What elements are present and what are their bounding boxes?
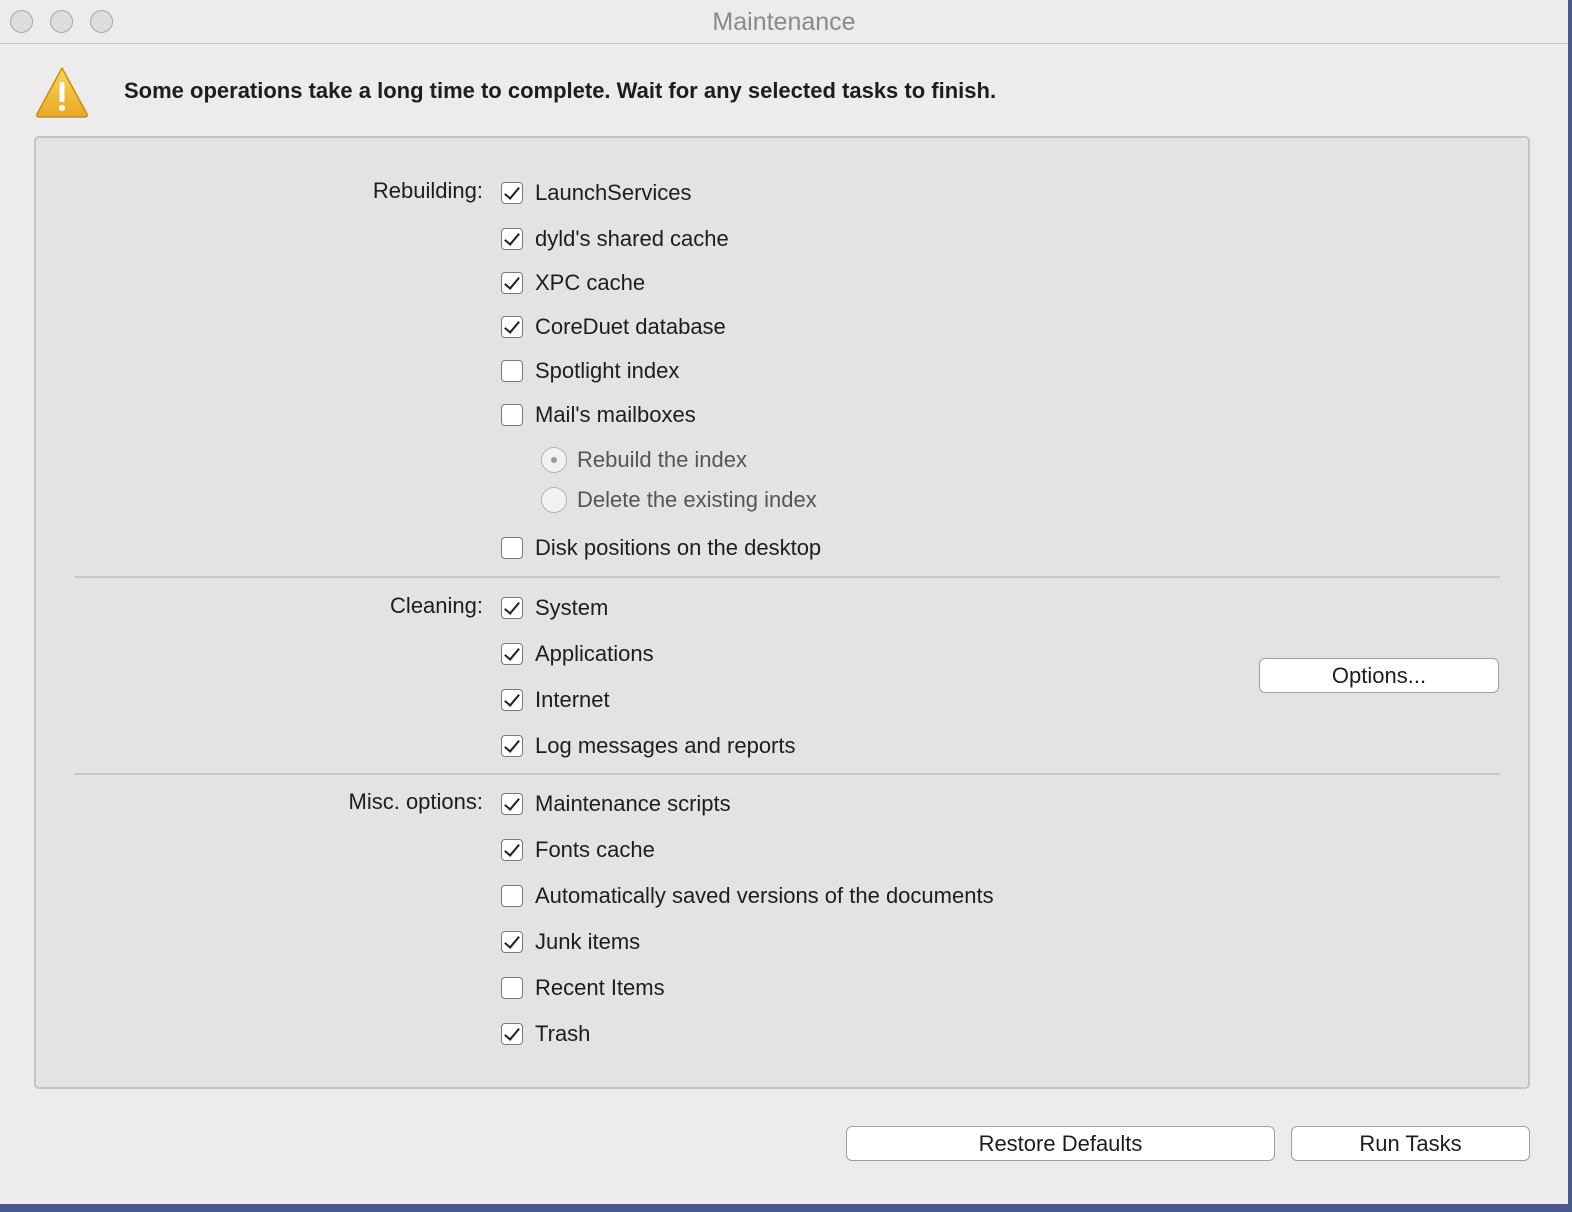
- checkbox-recent-items[interactable]: Recent Items: [501, 973, 665, 1003]
- checkbox-trash[interactable]: Trash: [501, 1019, 590, 1049]
- radio-delete-existing-index[interactable]: Delete the existing index: [541, 485, 817, 515]
- checkbox-label: Fonts cache: [535, 837, 655, 862]
- checkbox-maintenance-scripts[interactable]: Maintenance scripts: [501, 789, 731, 819]
- checkbox-coreduet-database[interactable]: CoreDuet database: [501, 312, 726, 342]
- checkbox-box[interactable]: [501, 931, 523, 953]
- checkbox-box[interactable]: [501, 272, 523, 294]
- checkbox-label: LaunchServices: [535, 180, 692, 205]
- checkbox-dyld-shared-cache[interactable]: dyld's shared cache: [501, 224, 729, 254]
- checkbox-label: dyld's shared cache: [535, 226, 729, 251]
- checkbox-label: Disk positions on the desktop: [535, 535, 822, 560]
- checkbox-spotlight-index[interactable]: Spotlight index: [501, 356, 679, 386]
- maintenance-window: Maintenance Some operations take a long …: [0, 0, 1568, 1204]
- checkbox-box[interactable]: [501, 885, 523, 907]
- checkbox-label: XPC cache: [535, 270, 646, 295]
- checkbox-mails-mailboxes[interactable]: Mail's mailboxes: [501, 400, 696, 430]
- window-title: Maintenance: [712, 8, 856, 36]
- checkbox-label: Junk items: [535, 929, 641, 954]
- run-tasks-button[interactable]: Run Tasks: [1291, 1126, 1530, 1161]
- checkbox-launchservices[interactable]: LaunchServices: [501, 178, 692, 208]
- checkbox-box[interactable]: [501, 360, 523, 382]
- checkbox-label: CoreDuet database: [535, 314, 726, 339]
- checkbox-box[interactable]: [501, 735, 523, 757]
- checkbox-xpc-cache[interactable]: XPC cache: [501, 268, 645, 298]
- checkbox-label: Mail's mailboxes: [535, 402, 696, 427]
- tasks-panel: Rebuilding: LaunchServices dyld's shared…: [34, 136, 1530, 1089]
- checkbox-disk-positions[interactable]: Disk positions on the desktop: [501, 533, 821, 563]
- checkbox-label: Maintenance scripts: [535, 791, 731, 816]
- checkbox-log-messages[interactable]: Log messages and reports: [501, 731, 796, 761]
- warning-triangle-icon: [36, 67, 88, 118]
- checkbox-fonts-cache[interactable]: Fonts cache: [501, 835, 655, 865]
- checkbox-box[interactable]: [501, 793, 523, 815]
- misc-options-label: Misc. options:: [348, 789, 484, 814]
- radio-label: Rebuild the index: [577, 447, 748, 472]
- checkbox-label: Trash: [535, 1021, 591, 1046]
- checkbox-label: Recent Items: [535, 975, 665, 1000]
- checkbox-label: Log messages and reports: [535, 733, 796, 758]
- checkbox-junk-items[interactable]: Junk items: [501, 927, 640, 957]
- restore-defaults-button[interactable]: Restore Defaults: [846, 1126, 1275, 1161]
- radio-rebuild-the-index[interactable]: Rebuild the index: [541, 445, 747, 475]
- checkbox-box[interactable]: [501, 404, 523, 426]
- checkbox-box[interactable]: [501, 1023, 523, 1045]
- checkbox-applications[interactable]: Applications: [501, 639, 654, 669]
- radio-button[interactable]: [541, 447, 567, 473]
- checkbox-box[interactable]: [501, 597, 523, 619]
- checkbox-label: Internet: [535, 687, 610, 712]
- checkbox-label: Spotlight index: [535, 358, 680, 383]
- checkbox-box[interactable]: [501, 228, 523, 250]
- checkbox-internet[interactable]: Internet: [501, 685, 610, 715]
- warning-message: Some operations take a long time to comp…: [124, 78, 997, 103]
- title-bar: Maintenance: [0, 0, 1568, 44]
- section-divider: [74, 773, 1500, 775]
- radio-label: Delete the existing index: [577, 487, 817, 512]
- checkbox-label: System: [535, 595, 609, 620]
- options-button[interactable]: Options...: [1259, 658, 1499, 693]
- checkbox-box[interactable]: [501, 643, 523, 665]
- radio-button[interactable]: [541, 487, 567, 513]
- checkbox-box[interactable]: [501, 182, 523, 204]
- checkbox-auto-saved-versions[interactable]: Automatically saved versions of the docu…: [501, 881, 994, 911]
- rebuilding-label: Rebuilding:: [372, 178, 483, 203]
- section-divider: [74, 576, 1500, 578]
- checkbox-label: Automatically saved versions of the docu…: [535, 883, 994, 908]
- checkbox-box[interactable]: [501, 689, 523, 711]
- checkbox-box[interactable]: [501, 839, 523, 861]
- checkbox-label: Applications: [535, 641, 654, 666]
- cleaning-label: Cleaning:: [390, 593, 483, 618]
- desktop-background: [0, 1204, 1572, 1212]
- checkbox-box[interactable]: [501, 537, 523, 559]
- checkbox-box[interactable]: [501, 316, 523, 338]
- checkbox-box[interactable]: [501, 977, 523, 999]
- checkbox-system[interactable]: System: [501, 593, 608, 623]
